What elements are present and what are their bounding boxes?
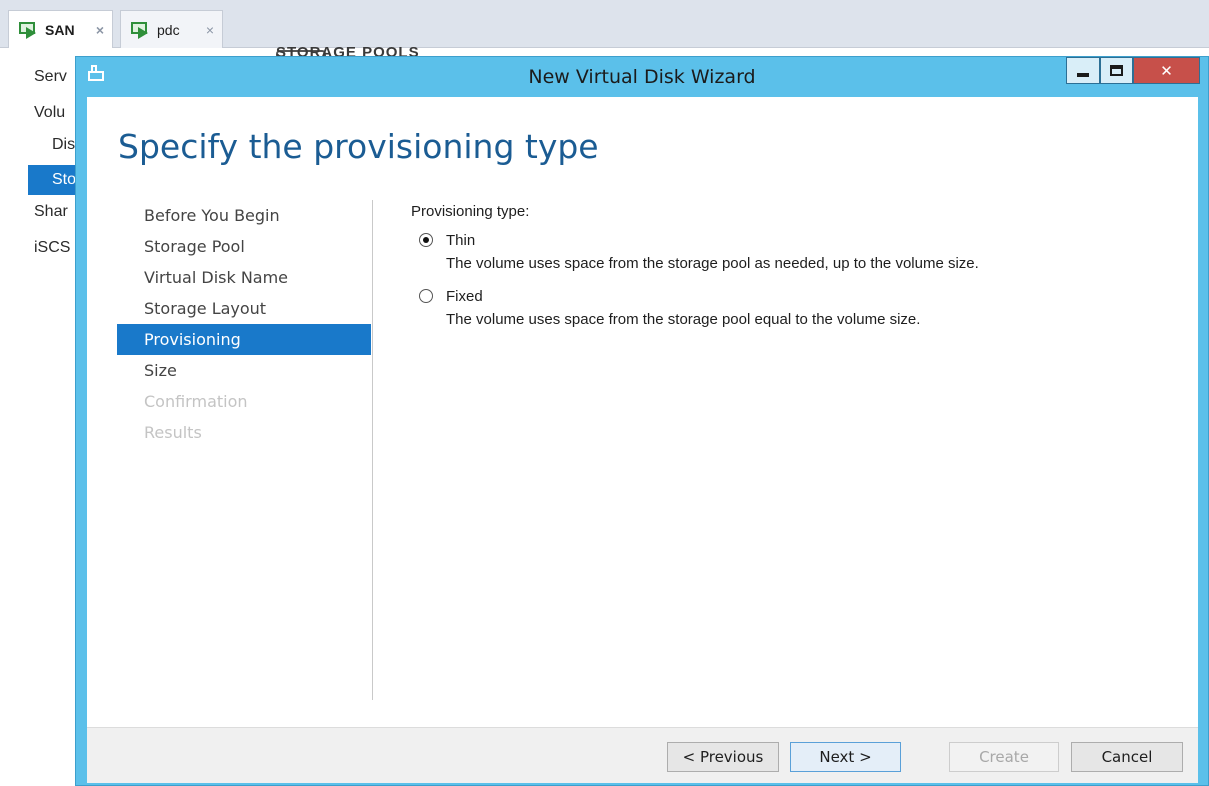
tab-pdc[interactable]: pdc ×	[120, 10, 223, 48]
tab-label: SAN	[45, 21, 75, 38]
step-results: Results	[144, 423, 202, 442]
virtual-machine-icon	[129, 21, 151, 39]
fixed-radio[interactable]	[419, 289, 433, 303]
maximize-icon	[1110, 65, 1123, 76]
close-icon: ✕	[1160, 62, 1173, 80]
step-size[interactable]: Size	[117, 355, 371, 386]
title-bar[interactable]: New Virtual Disk Wizard ✕	[76, 57, 1208, 97]
step-confirmation: Confirmation	[144, 392, 248, 411]
nav-item-volumes[interactable]: Volu	[34, 104, 80, 122]
step-before-you-begin[interactable]: Before You Begin	[117, 200, 371, 231]
wizard-steps: Before You Begin Storage Pool Virtual Di…	[117, 200, 371, 448]
step-storage-layout[interactable]: Storage Layout	[117, 293, 371, 324]
thin-description: The volume uses space from the storage p…	[446, 255, 979, 272]
tab-label: pdc	[157, 21, 180, 38]
window-title: New Virtual Disk Wizard	[528, 66, 756, 88]
tab-san[interactable]: SAN ×	[8, 10, 113, 48]
virtual-machine-icon	[17, 21, 39, 39]
radio-selected-dot	[423, 237, 429, 243]
nav-item-shares[interactable]: Shar	[34, 203, 80, 221]
page-title: Specify the provisioning type	[118, 127, 599, 166]
provisioning-type-label: Provisioning type:	[411, 203, 530, 220]
wizard-client-area: Specify the provisioning type Before You…	[87, 97, 1198, 783]
next-button[interactable]: Next >	[790, 742, 901, 772]
thin-radio[interactable]	[419, 233, 433, 247]
fixed-description: The volume uses space from the storage p…	[446, 311, 921, 328]
host-tab-bar: SAN × pdc ×	[0, 0, 1209, 48]
nav-item-servers[interactable]: Serv	[34, 68, 80, 86]
new-virtual-disk-wizard: New Virtual Disk Wizard ✕ Specify the pr…	[75, 56, 1209, 786]
fixed-label[interactable]: Fixed	[446, 286, 1171, 308]
minimize-icon	[1077, 72, 1089, 77]
step-storage-pool[interactable]: Storage Pool	[117, 231, 371, 262]
minimize-button[interactable]	[1066, 57, 1100, 84]
option-thin[interactable]: Thin The volume uses space from the stor…	[419, 230, 1171, 276]
close-icon[interactable]: ×	[96, 22, 104, 38]
provisioning-content: Provisioning type: Thin The volume uses …	[411, 203, 1171, 332]
maximize-button[interactable]	[1100, 57, 1133, 84]
nav-item-storage-pools[interactable]: Sto	[28, 165, 80, 195]
cancel-button[interactable]: Cancel	[1071, 742, 1183, 772]
wizard-footer: < Previous Next > Create Cancel	[87, 727, 1198, 783]
step-provisioning[interactable]: Provisioning	[117, 324, 371, 355]
background-nav: Serv Volu Dis Sto Shar iSCS	[0, 48, 80, 786]
option-fixed[interactable]: Fixed The volume uses space from the sto…	[419, 286, 1171, 332]
close-button[interactable]: ✕	[1133, 57, 1200, 84]
create-button: Create	[949, 742, 1059, 772]
step-virtual-disk-name[interactable]: Virtual Disk Name	[117, 262, 371, 293]
steps-divider	[372, 200, 373, 700]
close-icon[interactable]: ×	[206, 22, 214, 38]
previous-button[interactable]: < Previous	[667, 742, 779, 772]
thin-label[interactable]: Thin	[446, 230, 1171, 252]
nav-item-iscsi[interactable]: iSCS	[34, 239, 80, 257]
